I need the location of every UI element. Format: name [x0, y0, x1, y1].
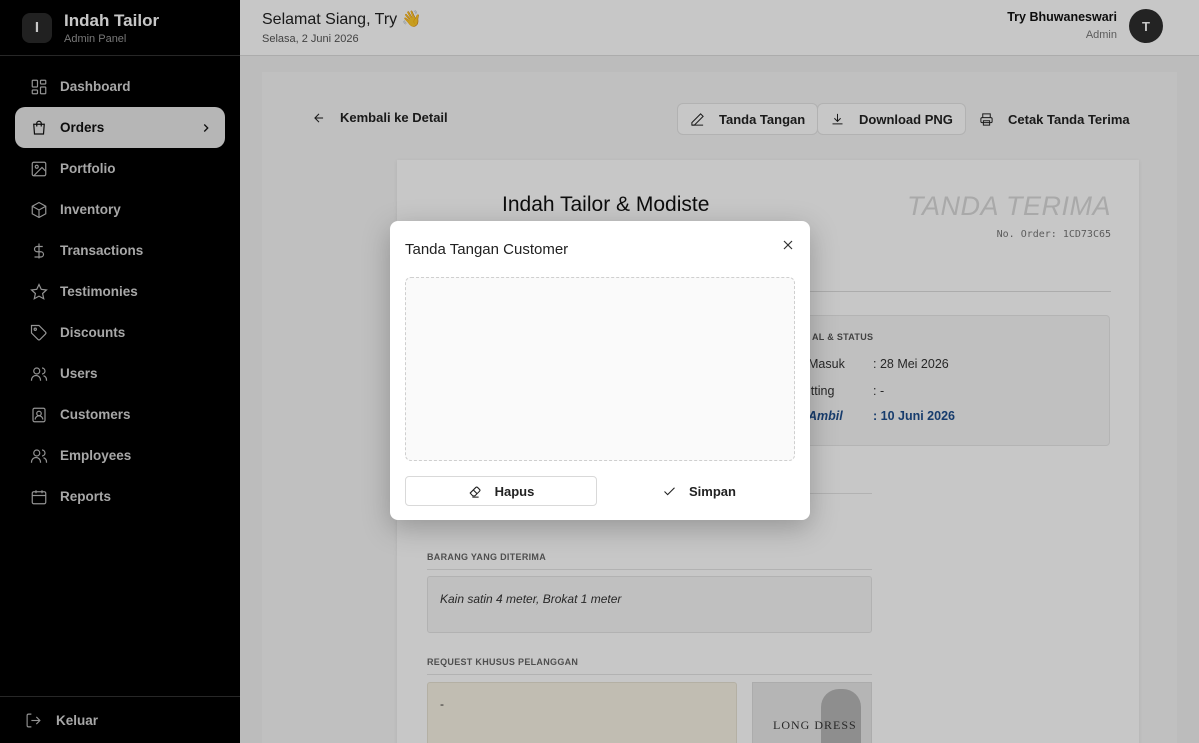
save-label: Simpan: [689, 483, 736, 499]
clear-button[interactable]: Hapus: [405, 476, 597, 506]
eraser-icon: [469, 486, 481, 498]
save-button[interactable]: Simpan: [603, 476, 795, 506]
modal-title: Tanda Tangan Customer: [405, 241, 569, 258]
clear-label: Hapus: [494, 483, 535, 499]
signature-modal: Tanda Tangan Customer Hapus Simpan: [390, 221, 810, 520]
signature-canvas[interactable]: [405, 277, 795, 461]
close-button[interactable]: [780, 237, 796, 253]
close-icon: [783, 240, 793, 250]
check-icon: [664, 486, 675, 495]
